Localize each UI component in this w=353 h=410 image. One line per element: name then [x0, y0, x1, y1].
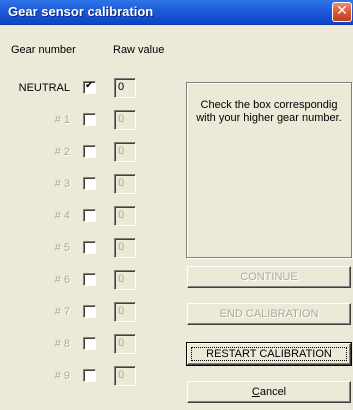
gear-label-4: # 4 — [54, 210, 70, 222]
gear-checkbox-4[interactable] — [83, 209, 96, 222]
raw-value-field-3[interactable]: 0 — [114, 174, 136, 194]
gear-label-3: # 3 — [54, 178, 70, 190]
gear-checkbox-9[interactable] — [83, 369, 96, 382]
cancel-button[interactable]: Cancel — [187, 381, 351, 403]
raw-value-field-9[interactable]: 0 — [114, 366, 136, 386]
gear-checkbox-7[interactable] — [83, 305, 96, 318]
gear-label-5: # 5 — [54, 242, 70, 254]
cancel-mnemonic: C — [251, 386, 260, 398]
gear-label-1: # 1 — [54, 114, 70, 126]
gear-checkbox-neutral[interactable] — [83, 80, 96, 94]
raw-value-field-neutral[interactable]: 0 — [114, 78, 136, 98]
raw-value-field-7[interactable]: 0 — [114, 302, 136, 322]
gear-label-9: # 9 — [54, 370, 70, 382]
gear-checkbox-6[interactable] — [83, 273, 96, 286]
gear-number-header: Gear number — [11, 44, 76, 56]
gear-checkbox-8[interactable] — [83, 337, 96, 350]
gear-label-8: # 8 — [54, 338, 70, 350]
cancel-button-label: Cancel — [252, 386, 286, 398]
cancel-label-rest: ancel — [259, 386, 287, 398]
gear-label-2: # 2 — [54, 146, 70, 158]
gear-label-6: # 6 — [54, 274, 70, 286]
raw-value-field-8[interactable]: 0 — [114, 334, 136, 354]
raw-value-header: Raw value — [113, 44, 165, 56]
continue-button-label: CONTINUE — [240, 271, 298, 283]
end-calibration-button-label: END CALIBRATION — [219, 308, 319, 320]
title-bar[interactable]: Gear sensor calibration ✕ — [0, 0, 353, 25]
continue-button[interactable]: CONTINUE — [187, 266, 351, 288]
restart-calibration-button-label: RESTART CALIBRATION — [206, 348, 332, 360]
close-icon[interactable]: ✕ — [332, 2, 352, 22]
raw-value-field-6[interactable]: 0 — [114, 270, 136, 290]
gear-checkbox-3[interactable] — [83, 177, 96, 190]
raw-value-field-5[interactable]: 0 — [114, 238, 136, 258]
window-title: Gear sensor calibration — [8, 4, 154, 19]
gear-checkbox-5[interactable] — [83, 241, 96, 254]
raw-value-field-2[interactable]: 0 — [114, 142, 136, 162]
instruction-text: Check the box correspondig with your hig… — [196, 99, 342, 124]
gear-label-neutral: NEUTRAL — [18, 82, 70, 94]
gear-checkbox-1[interactable] — [83, 113, 96, 126]
gear-label-7: # 7 — [54, 306, 70, 318]
instruction-panel: Check the box correspondig with your hig… — [186, 82, 352, 258]
raw-value-field-1[interactable]: 0 — [114, 110, 136, 130]
end-calibration-button[interactable]: END CALIBRATION — [187, 303, 351, 325]
raw-value-field-4[interactable]: 0 — [114, 206, 136, 226]
restart-calibration-button[interactable]: RESTART CALIBRATION — [186, 342, 352, 366]
gear-checkbox-2[interactable] — [83, 145, 96, 158]
